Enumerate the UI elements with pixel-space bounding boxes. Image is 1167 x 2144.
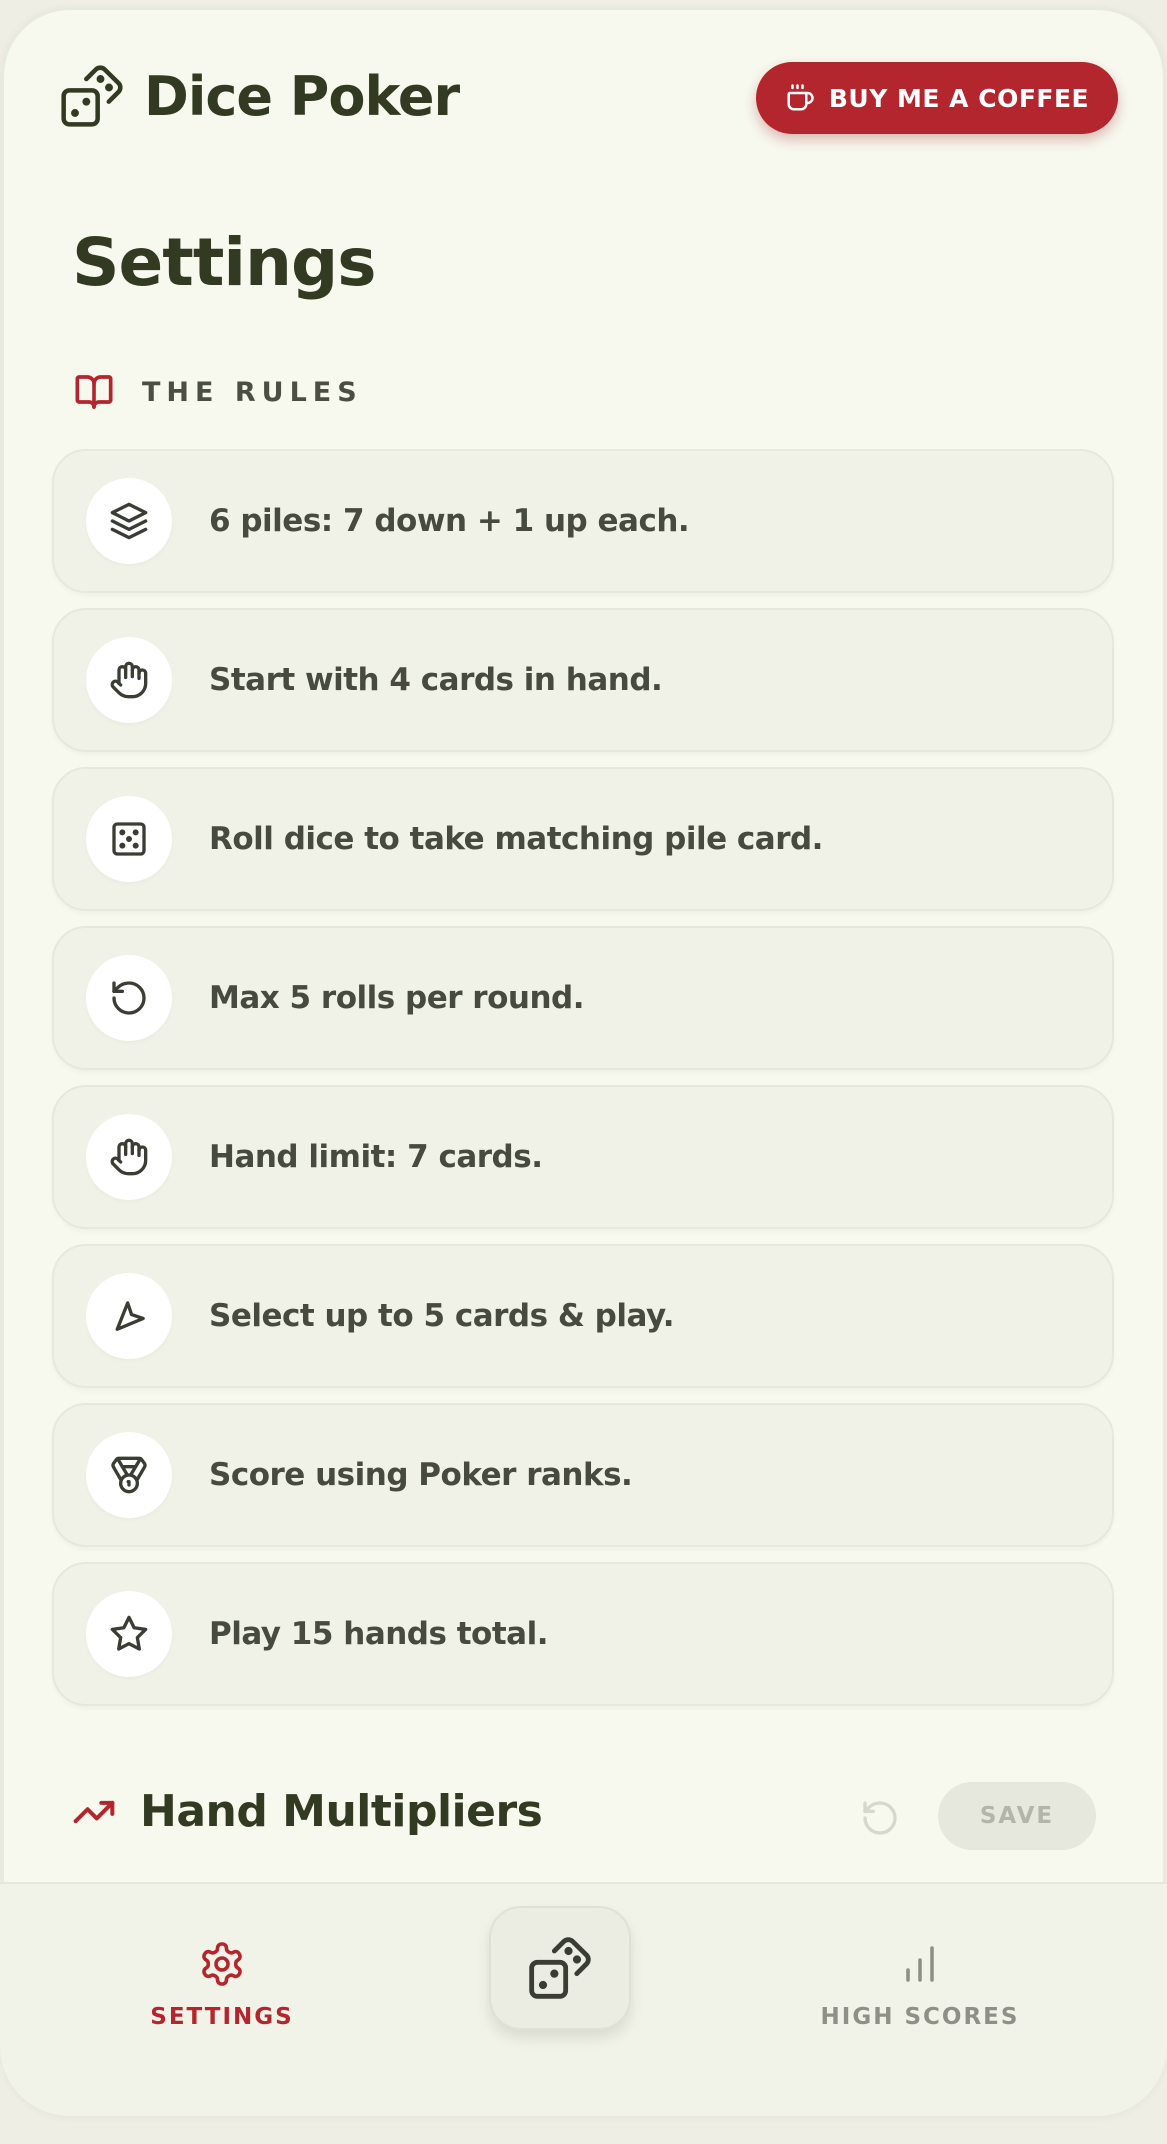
- brand: Dice Poker: [58, 62, 460, 130]
- layers-icon: [110, 502, 148, 540]
- book-open-icon: [75, 375, 113, 409]
- rule-icon-wrap: [86, 1591, 172, 1677]
- rule-icon-wrap: [86, 955, 172, 1041]
- app-title: Dice Poker: [144, 64, 460, 128]
- rule-text: Max 5 rolls per round.: [209, 980, 585, 1016]
- pointer-icon: [115, 1301, 145, 1331]
- rule-text: 6 piles: 7 down + 1 up each.: [209, 503, 690, 539]
- dice-icon: [529, 1937, 591, 1999]
- rules-heading-label: THE RULES: [142, 376, 363, 408]
- rule-item: Roll dice to take matching pile card.: [52, 767, 1114, 911]
- medal-icon: [111, 1456, 147, 1494]
- hand-multipliers-title: Hand Multipliers: [140, 1786, 543, 1837]
- coffee-button-label: BUY ME A COFFEE: [828, 83, 1090, 113]
- rule-text: Roll dice to take matching pile card.: [209, 821, 823, 857]
- bar-chart-icon: [906, 1946, 934, 1982]
- rule-icon-wrap: [86, 1114, 172, 1200]
- hand-multipliers-title-wrap: Hand Multipliers: [72, 1786, 543, 1837]
- trending-up-icon: [73, 1800, 115, 1823]
- rule-icon-wrap: [86, 1273, 172, 1359]
- bottom-navigation: SETTINGS HIGH SCORES: [0, 1882, 1167, 2116]
- nav-settings-label: SETTINGS: [150, 2004, 294, 2030]
- rule-icon-wrap: [86, 478, 172, 564]
- rule-icon-wrap: [86, 1432, 172, 1518]
- hand-multipliers-header: Hand Multipliers SAVE: [72, 1780, 1096, 1854]
- app-frame: Dice Poker BUY ME A COFFEE Settings THE …: [0, 6, 1167, 2116]
- hand-icon: [110, 1138, 148, 1176]
- rule-text: Play 15 hands total.: [209, 1616, 549, 1652]
- rotate-icon: [112, 981, 146, 1015]
- dice-icon: [112, 822, 146, 856]
- save-button[interactable]: SAVE: [938, 1782, 1096, 1850]
- rule-text: Score using Poker ranks.: [209, 1457, 633, 1493]
- nav-settings[interactable]: SETTINGS: [112, 1940, 332, 2030]
- rules-section-heading: THE RULES: [72, 372, 363, 412]
- rule-text: Hand limit: 7 cards.: [209, 1139, 543, 1175]
- reset-icon: [863, 1801, 897, 1835]
- rule-item: Score using Poker ranks.: [52, 1403, 1114, 1547]
- rule-text: Start with 4 cards in hand.: [209, 662, 663, 698]
- play-game-button[interactable]: [489, 1906, 631, 2030]
- rule-item: Start with 4 cards in hand.: [52, 608, 1114, 752]
- dice-logo-icon: [61, 65, 123, 127]
- hand-icon: [110, 661, 148, 699]
- gear-icon: [202, 1942, 242, 1986]
- buy-me-a-coffee-button[interactable]: BUY ME A COFFEE: [756, 62, 1118, 134]
- rule-text: Select up to 5 cards & play.: [209, 1298, 675, 1334]
- rule-icon-wrap: [86, 637, 172, 723]
- rule-item: Select up to 5 cards & play.: [52, 1244, 1114, 1388]
- rule-icon-wrap: [86, 796, 172, 882]
- star-icon: [110, 1615, 148, 1651]
- coffee-cup-icon: [787, 84, 814, 111]
- rule-item: 6 piles: 7 down + 1 up each.: [52, 449, 1114, 593]
- rule-item: Play 15 hands total.: [52, 1562, 1114, 1706]
- reset-multipliers-button[interactable]: [858, 1796, 902, 1840]
- app-header: Dice Poker BUY ME A COFFEE: [58, 62, 1118, 136]
- rule-item: Hand limit: 7 cards.: [52, 1085, 1114, 1229]
- rule-item: Max 5 rolls per round.: [52, 926, 1114, 1070]
- nav-high-scores-label: HIGH SCORES: [820, 2004, 1020, 2030]
- page-title: Settings: [72, 224, 377, 301]
- nav-high-scores[interactable]: HIGH SCORES: [810, 1940, 1030, 2030]
